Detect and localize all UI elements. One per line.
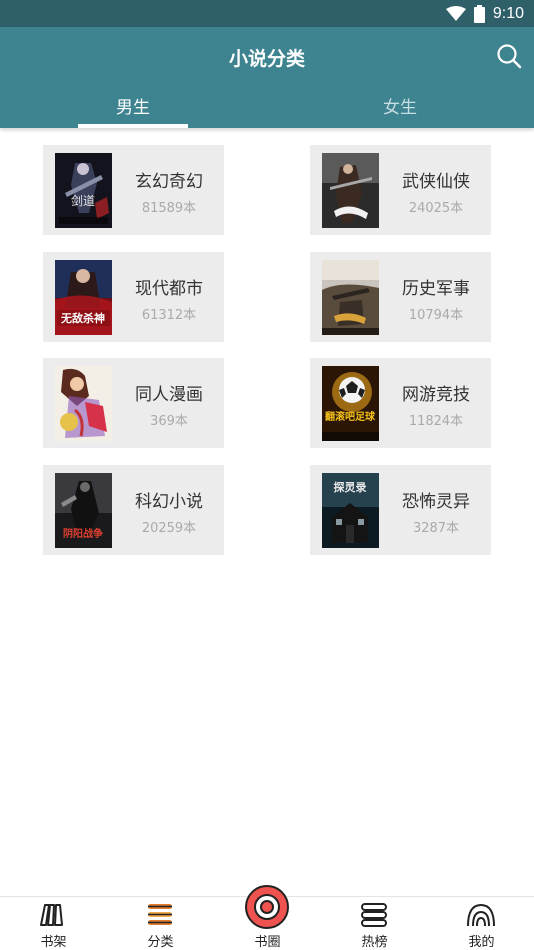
category-count: 24025本: [408, 201, 464, 216]
category-count: 20259本: [141, 521, 197, 536]
category-card-lishi[interactable]: 历史军事 10794本: [310, 252, 491, 342]
nav-label: 分类: [147, 935, 174, 950]
cover-title: 阴阳战争: [63, 527, 103, 540]
bottom-nav: 书架 分类 书圈 热榜 我的: [0, 885, 534, 950]
category-card-xuanhuan[interactable]: 剑道 玄幻奇幻 81589本: [43, 145, 224, 235]
cover-title: 翻滚吧足球: [325, 410, 376, 423]
wifi-icon: [445, 5, 466, 21]
page-title: 小说分类: [228, 48, 305, 70]
category-count: 81589本: [141, 201, 197, 216]
tab-female[interactable]: 女生: [345, 93, 455, 118]
nav-ranking[interactable]: 热榜: [321, 897, 428, 950]
category-card-dushi[interactable]: 无敌杀神 现代都市 61312本: [43, 252, 224, 342]
nav-label: 书架: [40, 935, 67, 950]
nav-label: 热榜: [361, 935, 388, 950]
profile-icon: [467, 903, 495, 927]
category-title: 历史军事: [402, 279, 470, 299]
cover-title: 剑道: [71, 193, 95, 208]
search-icon[interactable]: [496, 43, 522, 69]
category-title: 科幻小说: [135, 492, 203, 512]
category-title: 现代都市: [135, 279, 203, 299]
status-time: 9:10: [492, 4, 524, 22]
category-card-tongren[interactable]: 同人漫画 369本: [43, 358, 224, 448]
category-count: 369本: [150, 414, 188, 429]
book-cover-image: [322, 153, 379, 228]
status-bar: 9:10: [0, 0, 534, 27]
ranking-icon: [361, 903, 387, 927]
cover-title: 探灵录: [334, 480, 367, 494]
cover-title: 无敌杀神: [60, 311, 105, 325]
category-card-wuxia[interactable]: 武侠仙侠 24025本: [310, 145, 491, 235]
nav-profile[interactable]: 我的: [428, 897, 534, 950]
category-card-kehuan[interactable]: 阴阳战争 科幻小说 20259本: [43, 465, 224, 555]
book-cover-image: [322, 260, 379, 335]
nav-circle[interactable]: 书圈: [214, 885, 321, 950]
nav-label: 我的: [468, 935, 495, 950]
battery-icon: [473, 4, 485, 23]
nav-bookshelf[interactable]: 书架: [0, 897, 107, 950]
category-title: 恐怖灵异: [402, 492, 470, 512]
category-card-wangyou[interactable]: 翻滚吧足球 网游竞技 11824本: [310, 358, 491, 448]
nav-label: 书圈: [254, 935, 281, 950]
tab-indicator: [78, 124, 188, 128]
category-count: 61312本: [141, 308, 197, 323]
donut-icon: [245, 885, 289, 929]
book-cover-image: 无敌杀神: [55, 260, 112, 335]
tab-male[interactable]: 男生: [78, 93, 188, 118]
book-cover-image: 剑道: [55, 153, 112, 228]
category-card-kongbu[interactable]: 探灵录 恐怖灵异 3287本: [310, 465, 491, 555]
app-bar: 小说分类 男生 女生: [0, 27, 534, 128]
book-cover-image: [55, 366, 112, 441]
category-title: 同人漫画: [135, 385, 203, 405]
category-title: 网游竞技: [402, 385, 470, 405]
bookshelf-icon: [40, 904, 63, 926]
category-count: 10794本: [408, 308, 464, 323]
category-title: 玄幻奇幻: [135, 172, 203, 192]
nav-category[interactable]: 分类: [107, 897, 214, 950]
book-cover-image: 阴阳战争: [55, 473, 112, 548]
book-cover-image: 翻滚吧足球: [322, 366, 379, 441]
category-count: 3287本: [412, 521, 460, 536]
category-icon: [148, 904, 172, 925]
category-title: 武侠仙侠: [402, 172, 470, 192]
category-count: 11824本: [408, 414, 464, 429]
book-cover-image: 探灵录: [322, 473, 379, 548]
